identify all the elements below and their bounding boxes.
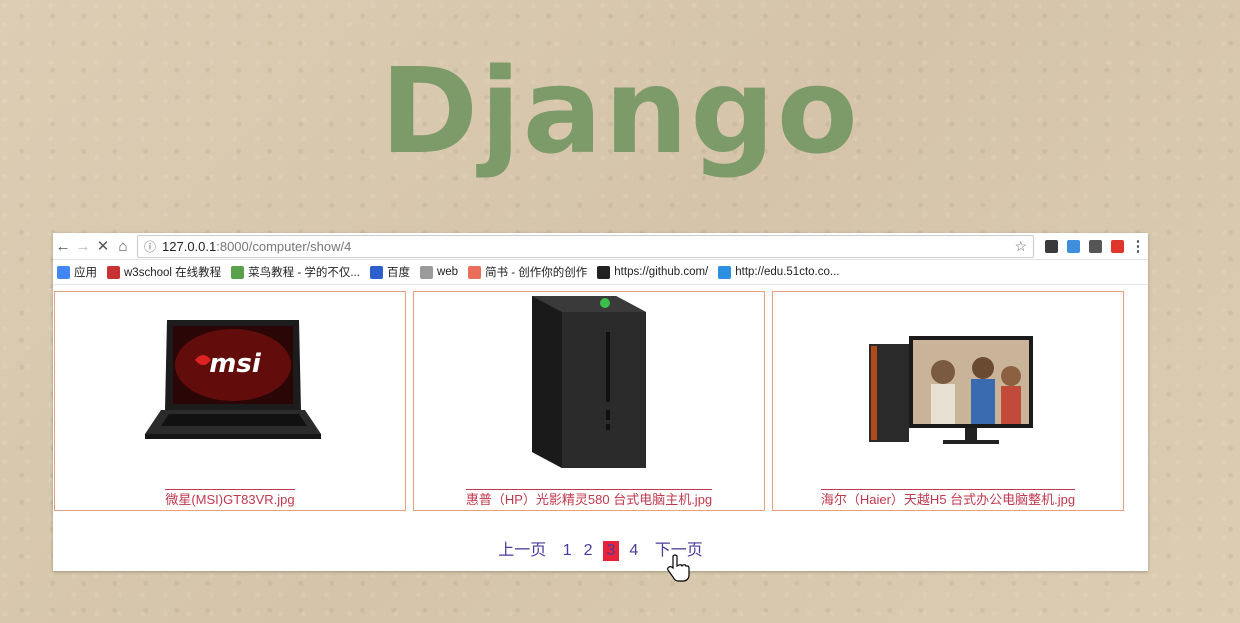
page-link[interactable]: 1: [561, 541, 574, 561]
hand-cursor-icon: [667, 554, 690, 582]
info-icon[interactable]: ⓘ: [144, 238, 156, 255]
hp-tower-image[interactable]: [414, 292, 766, 482]
opera-icon-glyph: [1110, 239, 1124, 253]
product-card: msi 微星(MSI)GT83VR.jpg: [54, 291, 406, 511]
address-bar[interactable]: ⓘ 127.0.0.1:8000/computer/show/4 ☆: [137, 234, 1034, 258]
apps-grid-icon: [57, 265, 70, 279]
bookmark-item[interactable]: web: [419, 265, 459, 279]
url-path: :8000/computer/show/4: [216, 238, 352, 254]
51cto-icon: [718, 265, 732, 279]
baidu-paw-icon: [369, 265, 383, 279]
back-arrow-icon[interactable]: ←: [53, 238, 73, 255]
browser-toolbar: ← → ✕ ⌂ ⓘ 127.0.0.1:8000/computer/show/4…: [53, 233, 1148, 260]
runoob-icon: [231, 265, 245, 279]
page-link[interactable]: 2: [582, 541, 595, 561]
extensions-area: [1040, 238, 1128, 254]
evernote-icon-glyph: [1044, 239, 1058, 253]
product-caption-link[interactable]: 惠普（HP）光影精灵580 台式电脑主机.jpg: [414, 489, 764, 508]
qrcode-icon-glyph: [1088, 239, 1102, 253]
github-icon: [597, 265, 611, 279]
slide-title: Django: [380, 42, 860, 180]
bookmark-item[interactable]: 简书 - 创作你的创作: [468, 264, 587, 280]
prev-page-link[interactable]: 上一页: [496, 535, 548, 561]
folder-icon: [419, 265, 433, 279]
stop-icon[interactable]: ✕: [93, 237, 113, 255]
translate-icon-glyph: [1066, 239, 1080, 253]
product-card: 海尔（Haier）天越H5 台式办公电脑整机.jpg: [772, 291, 1124, 511]
bookmark-item[interactable]: 应用: [57, 264, 97, 280]
forward-arrow-icon[interactable]: →: [73, 238, 93, 255]
bookmark-label: 应用: [74, 267, 97, 279]
menu-kebab-icon[interactable]: ⋮: [1128, 237, 1148, 255]
pagination: 上一页 1234 下一页: [53, 535, 1148, 561]
bookmark-item[interactable]: https://github.com/: [597, 265, 709, 279]
bookmark-label: 简书 - 创作你的创作: [485, 267, 588, 279]
bookmarks-bar: 应用 w3school 在线教程 菜鸟教程 - 学的不仅... 百度 web 简书 - 创…: [53, 260, 1148, 285]
home-icon[interactable]: ⌂: [113, 238, 133, 255]
product-caption-link[interactable]: 海尔（Haier）天越H5 台式办公电脑整机.jpg: [773, 489, 1123, 508]
msi-laptop-image[interactable]: msi: [55, 292, 407, 482]
page-link[interactable]: 3: [602, 541, 620, 561]
bookmark-label: 百度: [386, 267, 410, 279]
qrcode-icon[interactable]: [1084, 238, 1106, 254]
opera-icon[interactable]: [1106, 238, 1128, 254]
w3school-icon: [107, 265, 120, 279]
bookmark-label: 菜鸟教程 - 学的不仅...: [248, 267, 360, 279]
page-content: msi 微星(MSI)GT83VR.jpg 惠普（HP）光影精灵580 台式电脑…: [53, 285, 1148, 571]
bookmark-item[interactable]: http://edu.51cto.co...: [718, 265, 840, 279]
bookmark-item[interactable]: 菜鸟教程 - 学的不仅...: [231, 264, 360, 280]
url-host: 127.0.0.1: [162, 238, 217, 254]
bookmark-label: web: [436, 266, 459, 278]
bookmark-label: https://github.com/: [614, 266, 709, 278]
browser-window: ← → ✕ ⌂ ⓘ 127.0.0.1:8000/computer/show/4…: [53, 233, 1148, 571]
bookmark-star-icon[interactable]: ☆: [1014, 238, 1027, 255]
jianshu-icon: [468, 265, 482, 279]
bookmark-item[interactable]: 百度: [369, 264, 410, 280]
page-link[interactable]: 4: [627, 541, 640, 561]
evernote-icon[interactable]: [1040, 238, 1062, 254]
bookmark-item[interactable]: w3school 在线教程: [107, 264, 221, 280]
bookmark-label: w3school 在线教程: [124, 267, 222, 279]
translate-icon[interactable]: [1062, 238, 1084, 254]
svg-text:msi: msi: [209, 349, 262, 379]
bookmark-label: http://edu.51cto.co...: [735, 266, 840, 278]
product-caption-link[interactable]: 微星(MSI)GT83VR.jpg: [55, 489, 405, 508]
product-card: 惠普（HP）光影精灵580 台式电脑主机.jpg: [413, 291, 765, 511]
haier-desktop-image[interactable]: [773, 292, 1125, 482]
